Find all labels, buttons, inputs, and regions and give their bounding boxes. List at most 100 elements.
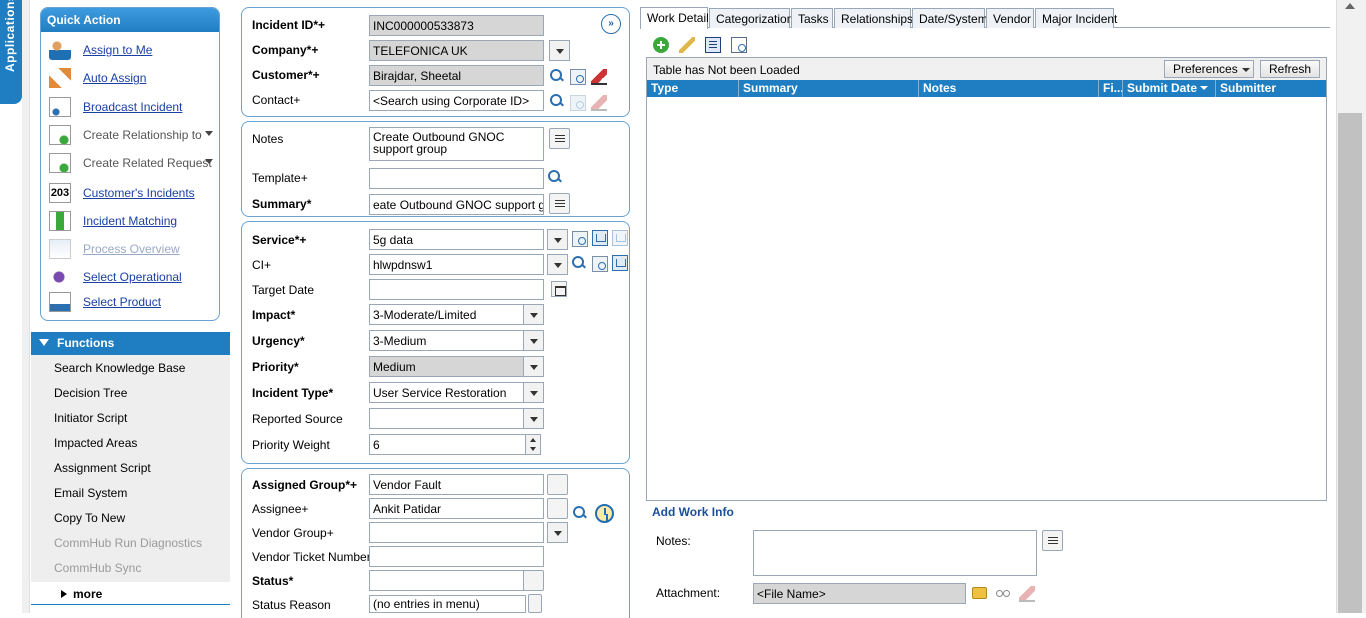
vendor-ticket-field[interactable] (369, 546, 544, 567)
fn-email-system[interactable]: Email System (54, 486, 127, 500)
tab-tasks[interactable]: Tasks (791, 8, 833, 28)
fn-initiator-script[interactable]: Initiator Script (54, 411, 127, 425)
expand-text-button[interactable] (549, 128, 570, 149)
tab-work-detail[interactable]: Work Detail (640, 7, 709, 29)
col-files[interactable]: Fi... (1099, 80, 1123, 97)
clock-icon[interactable] (595, 504, 614, 523)
incident-type-dropdown-button[interactable] (523, 382, 544, 403)
reported-source-field[interactable] (369, 408, 524, 429)
contact-field[interactable]: <Search using Corporate ID> (369, 90, 544, 111)
scrollbar-thumb[interactable] (1338, 113, 1362, 613)
priority-weight-field[interactable]: 6 (369, 434, 526, 455)
qa-process-overview-link[interactable]: Process Overview (83, 242, 180, 256)
template-field[interactable] (369, 168, 544, 189)
qa-select-operational[interactable]: Select Operational (49, 266, 219, 288)
search-icon[interactable] (549, 68, 565, 84)
calendar-icon[interactable] (551, 281, 567, 297)
fn-assignment-script[interactable]: Assignment Script (54, 461, 151, 475)
qa-incident-matching-link[interactable]: Incident Matching (83, 214, 177, 228)
fn-search-knowledge-base[interactable]: Search Knowledge Base (54, 361, 185, 375)
refresh-button[interactable]: Refresh (1260, 60, 1320, 78)
attachment-file-field[interactable]: <File Name> (753, 583, 966, 604)
assigned-group-field[interactable]: Vendor Fault (369, 474, 544, 495)
tab-relationships[interactable]: Relationships (834, 8, 913, 28)
view-attachment-icon[interactable] (995, 585, 1011, 601)
folder-icon[interactable] (972, 587, 987, 599)
qa-process-overview[interactable]: Process Overview (49, 238, 219, 260)
target-date-field[interactable] (369, 279, 544, 300)
qa-assign-to-me-link[interactable]: Assign to Me (83, 43, 152, 57)
qa-incident-matching[interactable]: Incident Matching (49, 210, 219, 232)
col-type[interactable]: Type (647, 80, 739, 97)
fn-copy-to-new[interactable]: Copy To New (54, 511, 125, 525)
company-field[interactable]: TELEFONICA UK (369, 40, 544, 61)
edit-icon[interactable] (679, 37, 695, 53)
assigned-group-menu-button[interactable] (547, 474, 568, 495)
urgency-field[interactable]: 3-Medium (369, 330, 524, 351)
report-icon[interactable] (731, 37, 747, 53)
priority-weight-stepper[interactable] (525, 434, 541, 455)
status-reason-field[interactable]: (no entries in menu) (369, 595, 526, 613)
tab-date-system[interactable]: Date/System (912, 8, 988, 28)
col-summary[interactable]: Summary (739, 80, 919, 97)
col-submitter[interactable]: Submitter (1216, 80, 1326, 97)
impact-field[interactable]: 3-Moderate/Limited (369, 304, 524, 325)
tab-vendor[interactable]: Vendor (986, 8, 1034, 28)
status-reason-menu-button[interactable] (528, 594, 542, 613)
qa-auto-assign[interactable]: Auto Assign (49, 67, 219, 89)
preferences-button[interactable]: Preferences (1164, 60, 1254, 78)
tab-major-incident[interactable]: Major Incident (1035, 8, 1117, 28)
qa-select-product-link[interactable]: Select Product (83, 295, 161, 309)
incident-type-field[interactable]: User Service Restoration (369, 382, 524, 403)
status-menu-button[interactable] (523, 570, 544, 591)
ci-dropdown-button[interactable] (547, 254, 568, 275)
qa-auto-assign-link[interactable]: Auto Assign (83, 71, 146, 85)
fn-more[interactable]: more (31, 582, 230, 604)
qa-select-product[interactable]: Select Product (49, 291, 219, 313)
qa-customers-incidents[interactable]: 203 Customer's Incidents (49, 182, 219, 204)
expand-details-button[interactable]: » (601, 14, 621, 34)
assignee-menu-button[interactable] (547, 498, 568, 519)
relationship-tree-icon[interactable] (612, 255, 628, 271)
clear-icon[interactable] (591, 69, 607, 85)
qa-create-relationship[interactable]: Create Relationship to (49, 124, 219, 146)
view-details-icon[interactable] (572, 231, 588, 247)
urgency-dropdown-button[interactable] (523, 330, 544, 351)
col-notes[interactable]: Notes (919, 80, 1099, 97)
qa-broadcast-link[interactable]: Broadcast Incident (83, 100, 182, 114)
customer-field[interactable]: Birajdar, Sheetal (369, 65, 544, 86)
company-dropdown-button[interactable] (549, 40, 570, 61)
service-field[interactable]: 5g data (369, 229, 544, 250)
col-submit-date[interactable]: Submit Date (1123, 80, 1216, 97)
search-icon[interactable] (571, 255, 587, 271)
view-details-icon[interactable] (592, 256, 608, 272)
search-icon[interactable] (549, 93, 565, 109)
assignee-field[interactable]: Ankit Patidar (369, 498, 544, 519)
fn-impacted-areas[interactable]: Impacted Areas (54, 436, 137, 450)
expand-text-button[interactable] (1042, 530, 1063, 551)
work-notes-input[interactable] (753, 530, 1037, 576)
vendor-group-field[interactable] (369, 522, 544, 543)
incident-id-field[interactable]: INC000000533873 (369, 15, 544, 36)
functions-header[interactable]: Functions (31, 332, 230, 355)
summary-field[interactable]: eate Outbound GNOC support group (369, 194, 544, 215)
add-icon[interactable] (653, 37, 669, 53)
scroll-up-arrow-icon[interactable] (1345, 3, 1355, 9)
qa-customers-incidents-link[interactable]: Customer's Incidents (83, 186, 195, 200)
status-field[interactable] (369, 570, 524, 591)
view-icon[interactable] (705, 37, 721, 53)
qa-assign-to-me[interactable]: Assign to Me (49, 39, 219, 61)
vendor-group-dropdown-button[interactable] (547, 522, 568, 543)
qa-broadcast-incident[interactable]: Broadcast Incident (49, 96, 219, 118)
expand-text-button[interactable] (549, 193, 570, 214)
service-dropdown-button[interactable] (547, 229, 568, 250)
priority-field[interactable]: Medium (369, 356, 524, 377)
relationship-tree-icon[interactable] (592, 230, 608, 246)
qa-create-related-request[interactable]: Create Related Request (49, 152, 219, 174)
impact-dropdown-button[interactable] (523, 304, 544, 325)
fn-decision-tree[interactable]: Decision Tree (54, 386, 127, 400)
view-details-icon[interactable] (570, 69, 586, 85)
ci-field[interactable]: hlwpdnsw1 (369, 254, 544, 275)
applications-tab[interactable]: Applications (0, 0, 22, 104)
chevron-down-icon[interactable] (205, 131, 213, 136)
